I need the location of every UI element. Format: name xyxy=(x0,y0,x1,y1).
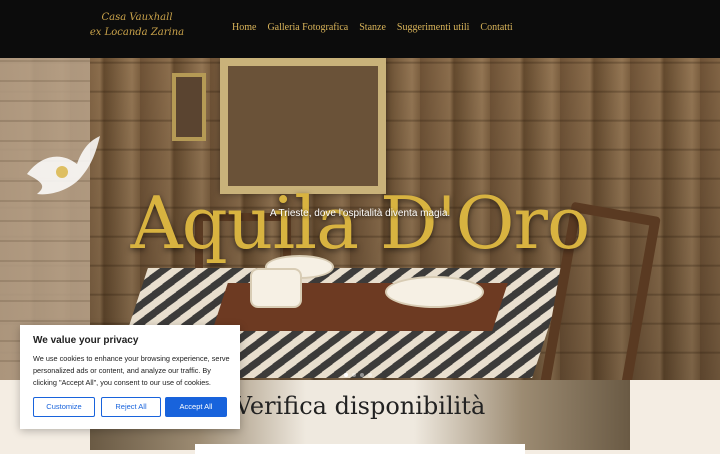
header-bar: Casa Vauxhall ex Locanda Zarina Home Gal… xyxy=(0,0,720,58)
hero-subtitle: A Trieste, dove l'ospitalità diventa mag… xyxy=(269,208,451,219)
hero-mirror xyxy=(220,58,386,194)
nav-tips[interactable]: Suggerimenti utili xyxy=(397,22,470,33)
logo-line-1: Casa Vauxhall xyxy=(101,12,173,23)
main-nav: Home Galleria Fotografica Stanze Suggeri… xyxy=(232,22,524,33)
nav-contacts[interactable]: Contatti xyxy=(480,22,512,33)
cookie-title: We value your privacy xyxy=(33,335,139,346)
nav-home[interactable]: Home xyxy=(232,22,256,33)
slider-dot[interactable] xyxy=(352,373,356,377)
cookie-text: We use cookies to enhance your browsing … xyxy=(33,354,230,387)
nav-rooms[interactable]: Stanze xyxy=(359,22,386,33)
slider-dot[interactable] xyxy=(344,373,348,377)
reject-all-button[interactable]: Reject All xyxy=(101,397,161,417)
slider-dot[interactable] xyxy=(360,373,364,377)
slider-dots xyxy=(344,373,372,377)
hero-picture-frame xyxy=(172,73,206,141)
accept-all-button[interactable]: Accept All xyxy=(165,397,227,417)
logo-line-2: ex Locanda Zarina xyxy=(89,27,185,38)
hero-cup xyxy=(250,268,302,308)
availability-widget[interactable] xyxy=(195,444,525,454)
customize-button[interactable]: Customize xyxy=(33,397,95,417)
nav-gallery[interactable]: Galleria Fotografica xyxy=(267,22,348,33)
hero-title: Aquila D'Oro xyxy=(130,181,591,265)
cookie-banner: We value your privacy We use cookies to … xyxy=(20,325,240,429)
hero-plate xyxy=(385,276,484,308)
site-logo[interactable]: Casa Vauxhall ex Locanda Zarina xyxy=(82,10,192,40)
slider-dot[interactable] xyxy=(368,373,372,377)
